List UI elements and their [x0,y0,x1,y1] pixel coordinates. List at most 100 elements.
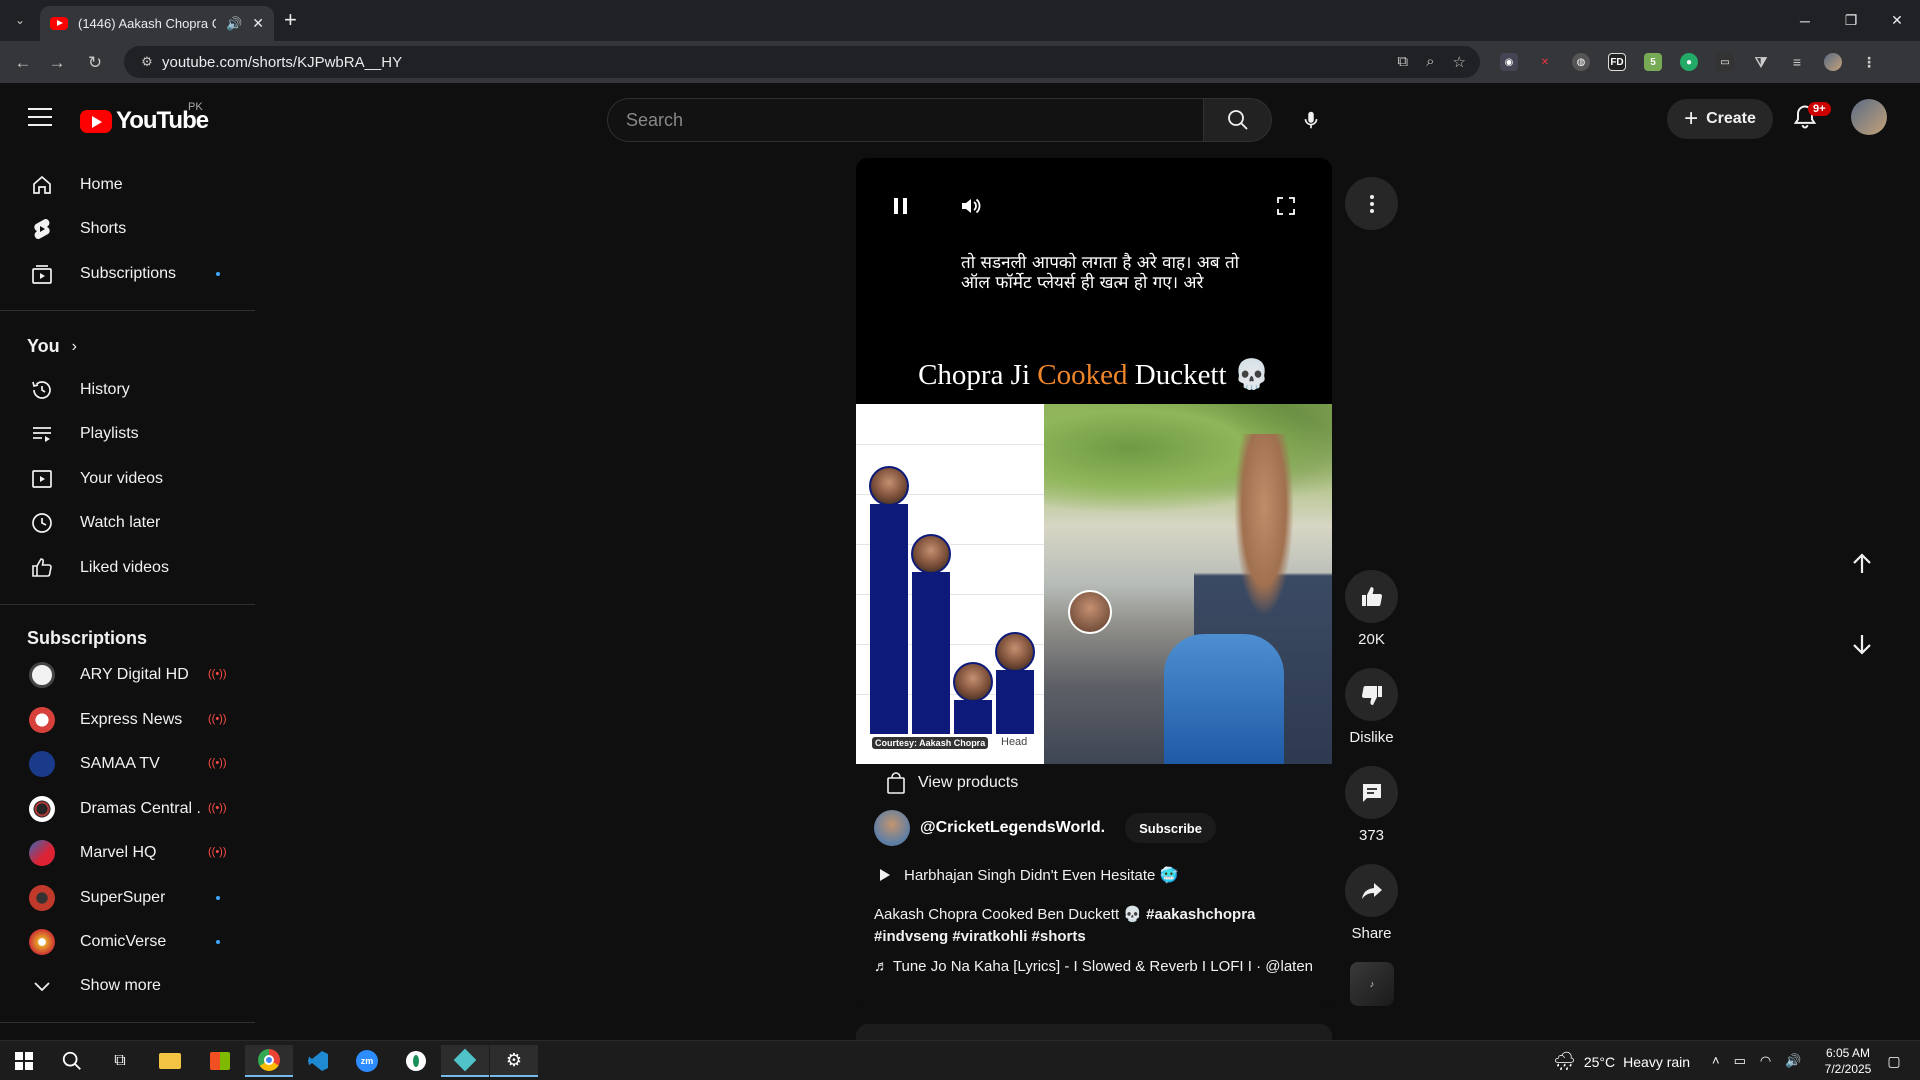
shorts-player[interactable]: तो सडनली आपको लगता है अरे वाह। अब तो ऑल … [856,158,1332,1008]
browser-menu-icon[interactable]: ⋮ [1860,53,1878,71]
live-indicator-icon: ((•)) [208,668,227,680]
next-short-button[interactable] [1842,624,1882,664]
menu-hamburger-icon[interactable] [28,108,52,126]
extension-fd-icon[interactable]: FD [1608,53,1626,71]
browser-tab-active[interactable]: (1446) Aakash Chopra Cooked Ben Duckett … [40,6,274,41]
volume-tray-icon[interactable]: 🔊 [1785,1053,1801,1069]
settings-gear-icon[interactable]: ⚙ [490,1045,538,1077]
video-overlay-title: Chopra Ji Cooked Duckett 💀 [856,358,1332,392]
fullscreen-icon[interactable] [1274,194,1298,223]
vscode-icon[interactable] [294,1045,342,1077]
minimize-icon[interactable]: ─ [1782,0,1828,41]
extensions-puzzle-icon[interactable]: ⧩ [1752,53,1770,71]
more-options-button[interactable] [1345,177,1398,230]
profile-avatar-icon[interactable] [1824,53,1842,71]
extension-glasses-icon[interactable]: ◉ [1500,53,1518,71]
sidebar-subscription-express-news[interactable]: Express News ((•)) [12,700,240,740]
microsoft-store-icon[interactable] [196,1045,244,1077]
dislike-button[interactable] [1345,668,1398,721]
task-view-icon[interactable]: ⧉ [96,1045,144,1077]
tab-close-icon[interactable]: ✕ [252,15,264,32]
restore-icon[interactable]: ❐ [1828,0,1874,41]
search-input[interactable] [607,98,1204,142]
taskbar-search-icon[interactable] [48,1045,96,1077]
create-button[interactable]: + Create [1667,99,1773,139]
sidebar-item-shorts[interactable]: Shorts [12,209,240,249]
search-button[interactable] [1204,98,1272,142]
previous-short-button[interactable] [1842,544,1882,584]
sidebar-item-home[interactable]: Home [12,165,240,205]
battery-icon[interactable]: ▭ [1734,1053,1746,1069]
video-description[interactable]: Aakash Chopra Cooked Ben Duckett 💀 #aaka… [874,904,1294,948]
address-bar[interactable]: ⚙ youtube.com/shorts/KJPwbRA__HY ⧉ ⌕ ☆ [124,46,1480,78]
sidebar-item-subscriptions[interactable]: Subscriptions [12,254,240,294]
weather-widget[interactable]: 🌧 25°C Heavy rain [1553,1051,1690,1072]
bookmark-star-icon[interactable]: ☆ [1453,53,1466,71]
app-diamond-icon[interactable] [441,1045,489,1077]
chrome-taskbar-icon[interactable] [245,1045,293,1077]
media-controls-icon[interactable]: ≡ [1788,53,1806,71]
share-button[interactable] [1345,864,1398,917]
playlist-link[interactable]: Harbhajan Singh Didn't Even Hesitate 🥶 [878,866,1178,884]
channel-name[interactable]: @CricketLegendsWorld. [920,819,1105,837]
comments-button[interactable] [1345,766,1398,819]
like-button[interactable] [1345,570,1398,623]
window-close-icon[interactable]: ✕ [1874,0,1920,41]
dislike-action: Dislike [1345,668,1398,746]
speaker-icon[interactable]: 🔊 [226,16,242,32]
sidebar-subscription-samaa-tv[interactable]: SAMAA TV ((•)) [12,744,240,784]
voice-search-button[interactable] [1291,100,1331,140]
sidebar-item-your-videos[interactable]: Your videos [12,459,240,499]
file-explorer-icon[interactable] [146,1045,194,1077]
sidebar-subscription-marvel-hq[interactable]: Marvel HQ ((•)) [12,833,240,873]
tray-chevron-up-icon[interactable]: ˄ [1712,1053,1720,1069]
zoom-icon[interactable]: ⌕ [1426,53,1434,71]
channel-avatar[interactable] [874,810,910,846]
weather-temperature: 25°C [1583,1053,1616,1070]
zoom-app-icon[interactable]: zm [343,1045,391,1077]
sidebar-subscription-supersuper[interactable]: SuperSuper [12,878,240,918]
forward-arrow-icon[interactable]: → [44,50,70,76]
sidebar-subscription-comicverse[interactable]: ComicVerse [12,922,240,962]
action-center-icon[interactable]: ▢ [1882,1049,1906,1073]
share-arrow-icon [1361,882,1382,899]
tab-search-chevron-icon[interactable]: ⌄ [8,8,32,32]
sidebar-item-watch-later[interactable]: Watch later [12,503,240,543]
extension-grey-icon[interactable]: ▭ [1716,53,1734,71]
site-info-icon[interactable]: ⚙ [132,54,162,70]
volume-icon[interactable] [958,194,982,223]
windows-taskbar: ⧉ zm ⚙ 🌧 25°C Heavy rain ˄ ▭ ◠ 🔊 6:05 AM… [0,1040,1920,1080]
sidebar-item-history[interactable]: History [12,370,240,410]
reload-icon[interactable]: ↻ [82,50,108,76]
sidebar-divider [0,604,255,605]
page-scrollbar[interactable] [1910,153,1920,1040]
pause-icon[interactable] [888,194,912,218]
extension-green-icon[interactable]: ● [1680,53,1698,71]
music-thumbnail[interactable]: ♪ [1350,962,1394,1006]
sidebar-item-liked-videos[interactable]: Liked videos [12,548,240,588]
new-tab-plus-icon[interactable]: + [284,8,297,32]
extension-badge-icon[interactable]: 5 [1644,53,1662,71]
subscribe-button[interactable]: Subscribe [1125,813,1216,843]
install-app-icon[interactable]: ⧉ [1397,53,1408,71]
chart-courtesy-label: Courtesy: Aakash Chopra [872,737,989,749]
chart-bar [870,504,908,734]
windows-start-icon[interactable] [0,1045,48,1077]
back-arrow-icon[interactable]: ← [10,50,36,76]
extension-x-icon[interactable]: ✕ [1536,53,1554,71]
sidebar-item-playlists[interactable]: Playlists [12,414,240,454]
next-short-preview[interactable] [856,1024,1332,1040]
sidebar-you-heading[interactable]: You › [27,336,77,357]
comment-count: 373 [1358,827,1385,844]
account-avatar[interactable] [1851,99,1887,135]
sidebar-show-more[interactable]: Show more [12,966,240,1006]
app-drop-icon[interactable] [392,1045,440,1077]
sidebar-item-label: Shorts [80,220,127,237]
music-track-link[interactable]: ♬ Tune Jo Na Kaha [Lyrics] - I Slowed & … [874,958,1314,975]
taskbar-clock[interactable]: 6:05 AM 7/2/2025 [1818,1045,1878,1077]
sidebar-subscription-ary-digital[interactable]: ARY Digital HD ((•)) [12,655,240,695]
sidebar-subscription-dramas-central[interactable]: Dramas Central ... ((•)) [12,789,240,829]
extension-globe-icon[interactable]: ◍ [1572,53,1590,71]
wifi-icon[interactable]: ◠ [1760,1053,1771,1069]
view-products-button[interactable]: View products [886,772,1018,794]
